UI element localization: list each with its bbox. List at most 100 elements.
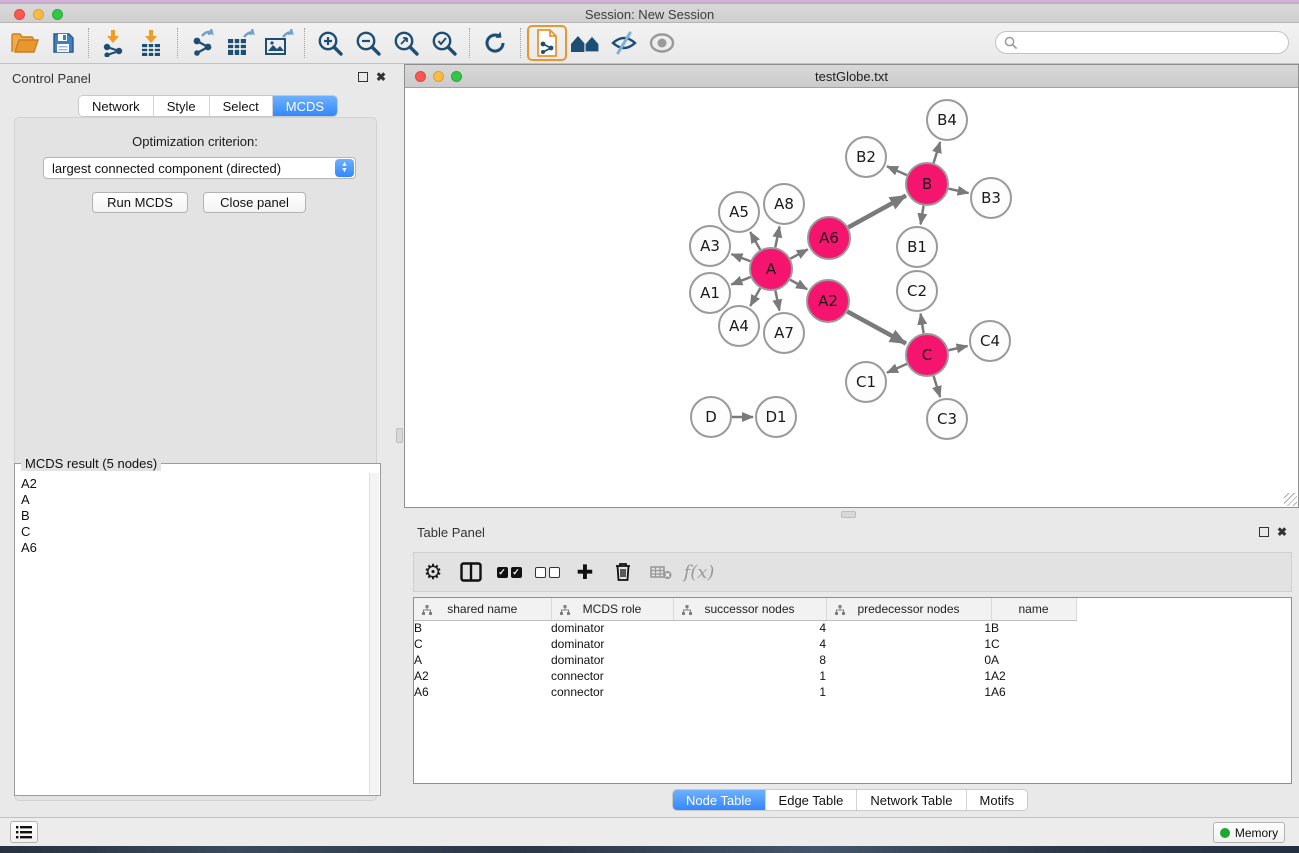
export-table-button[interactable] [222,26,260,60]
refresh-button[interactable] [476,26,514,60]
graph-node[interactable]: A7 [764,313,804,353]
zoom-selected-button[interactable] [425,26,463,60]
close-panel-button[interactable]: Close panel [203,192,306,213]
graph-node[interactable]: A [750,248,792,290]
network-window-titlebar[interactable]: testGlobe.txt [405,65,1298,88]
graph-edge[interactable] [750,288,760,306]
graph-edge[interactable] [775,227,779,248]
tab-network[interactable]: Network [79,96,154,116]
mcds-result-list[interactable]: A2ABCA6 [16,473,369,794]
search-box[interactable] [995,31,1289,54]
result-list-item[interactable]: A6 [21,540,369,556]
graph-edge[interactable] [731,277,750,285]
graph-node[interactable]: B2 [846,137,886,177]
delete-table-icon[interactable] [642,555,680,589]
table-panel-close-button[interactable]: ✖ [1277,525,1287,539]
result-list-item[interactable]: B [21,508,369,524]
resize-grip[interactable] [1284,493,1297,506]
hide-panel-button[interactable] [605,26,643,60]
tab-style[interactable]: Style [154,96,210,116]
table-row[interactable]: A2connector11A2 [414,668,1291,684]
search-input[interactable] [1022,36,1272,50]
graph-node[interactable]: B1 [897,227,937,267]
graph-node[interactable]: C4 [970,321,1010,361]
tab-mcds[interactable]: MCDS [273,96,337,116]
graph-edge[interactable] [732,254,751,261]
graph-node[interactable]: C1 [846,362,886,402]
delete-icon[interactable] [604,555,642,589]
graph-edge[interactable] [948,346,967,350]
graph-node[interactable]: A1 [690,273,730,313]
network-document-button[interactable] [527,25,567,61]
col-shared-name[interactable]: shared name [414,598,551,620]
panel-divider-grip[interactable] [396,428,403,443]
deselect-all-checkboxes-icon[interactable] [528,555,566,589]
tab-node-table[interactable]: Node Table [673,790,766,810]
col-successor-nodes[interactable]: successor nodes [673,598,826,620]
home-button[interactable] [567,26,605,60]
table-panel-float-button[interactable] [1259,527,1269,537]
node-table-body[interactable]: Bdominator41BCdominator41CAdominator80AA… [414,620,1291,700]
graph-node[interactable]: A8 [764,184,804,224]
memory-button[interactable]: Memory [1213,822,1285,843]
control-panel-close-button[interactable]: ✖ [376,70,386,84]
graph-node[interactable]: A2 [807,280,849,322]
graph-edge[interactable] [790,280,807,289]
task-history-button[interactable] [10,821,38,843]
zoom-in-button[interactable] [311,26,349,60]
col-predecessor-nodes[interactable]: predecessor nodes [826,598,991,620]
result-list-item[interactable]: C [21,524,369,540]
table-row[interactable]: Cdominator41C [414,636,1291,652]
network-graph[interactable]: B4 B2 B B3 A8A5 A6 A3 B1 A C2 A1 A2 A4A7 C4 C C1 C3 D D1 [405,89,1298,507]
graph-node[interactable]: A5 [719,192,759,232]
tab-motifs[interactable]: Motifs [967,790,1028,810]
graph-edge[interactable] [934,142,941,163]
result-scrollbar[interactable] [369,473,379,794]
control-panel-float-button[interactable] [358,72,368,82]
graph-edge[interactable] [847,312,906,344]
criterion-dropdown[interactable]: largest connected component (directed) ▲… [43,157,356,179]
graph-node[interactable]: C2 [897,271,937,311]
column-view-icon[interactable] [452,555,490,589]
graph-edge[interactable] [775,291,779,311]
graph-edge[interactable] [887,166,907,175]
export-image-button[interactable] [260,26,298,60]
graph-node[interactable]: B [906,163,948,205]
save-session-button[interactable] [44,26,82,60]
graph-edge[interactable] [750,232,760,250]
import-network-button[interactable] [95,26,133,60]
zoom-out-button[interactable] [349,26,387,60]
graph-node[interactable]: B3 [971,178,1011,218]
graph-edge[interactable] [790,249,807,258]
graph-node[interactable]: B4 [927,100,967,140]
add-column-icon[interactable]: ✚ [566,555,604,589]
graph-node[interactable]: D [691,397,731,437]
graph-node[interactable]: A6 [808,217,850,259]
graph-edge[interactable] [848,196,906,228]
function-builder-icon[interactable]: f(x) [680,555,718,589]
export-network-button[interactable] [184,26,222,60]
graph-edge[interactable] [887,364,907,373]
run-mcds-button[interactable]: Run MCDS [92,192,188,213]
graph-edge[interactable] [921,206,924,225]
col-name[interactable]: name [991,598,1076,620]
graph-edge[interactable] [948,189,968,193]
graph-edge[interactable] [934,376,941,397]
graph-node[interactable]: C [906,334,948,376]
tab-edge-table[interactable]: Edge Table [766,790,858,810]
horizontal-divider-grip[interactable] [841,511,856,518]
graph-node[interactable]: C3 [927,399,967,439]
graph-node[interactable]: A4 [719,306,759,346]
col-mcds-role[interactable]: MCDS role [551,598,673,620]
node-table[interactable]: shared name MCDS role successor nodes pr… [413,597,1292,784]
table-header-row[interactable]: shared name MCDS role successor nodes pr… [414,598,1291,620]
result-list-item[interactable]: A2 [21,476,369,492]
gear-icon[interactable]: ⚙ [414,555,452,589]
graph-node[interactable]: D1 [756,397,796,437]
table-row[interactable]: A6connector11A6 [414,684,1291,700]
graph-node[interactable]: A3 [690,226,730,266]
result-list-item[interactable]: A [21,492,369,508]
open-session-button[interactable] [6,26,44,60]
table-row[interactable]: Bdominator41B [414,620,1291,636]
table-row[interactable]: Adominator80A [414,652,1291,668]
